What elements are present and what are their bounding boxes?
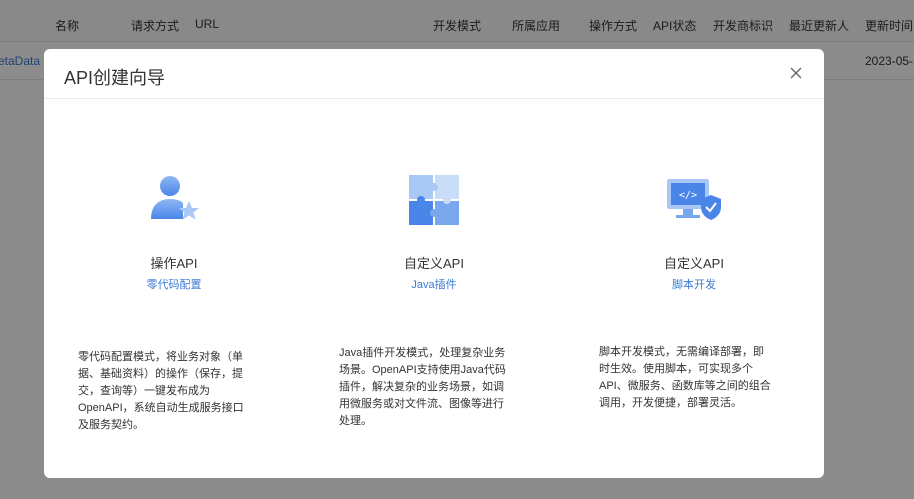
card-subtitle: 脚本开发 (672, 279, 716, 291)
card-script-api[interactable]: </> 自定义API 脚本开发 脚本开发模式，无需编译部署，即 时生效。使用脚本… (594, 99, 794, 459)
user-star-icon (143, 169, 205, 231)
close-icon (790, 67, 802, 79)
card-title: 自定义API (404, 256, 464, 271)
card-java-plugin-api[interactable]: 自定义API Java插件 Java插件开发模式，处理复杂业务 场景。OpenA… (334, 99, 534, 459)
card-title: 操作API (150, 256, 198, 271)
code-monitor-shield-icon: </> (663, 169, 725, 231)
puzzle-icon (403, 169, 465, 231)
card-description: Java插件开发模式，处理复杂业务 场景。OpenAPI支持使用Java代码 插… (339, 347, 506, 427)
dialog-title: API创建向导 (64, 68, 166, 88)
card-title: 自定义API (664, 256, 724, 271)
card-description: 脚本开发模式，无需编译部署，即 时生效。使用脚本，可实现多个 API、微服务、函… (599, 346, 771, 409)
card-description: 零代码配置模式，将业务对象（单 据、基础资料）的操作（保存，提 交，查询等）一键… (78, 351, 244, 431)
svg-text:</>: </> (679, 190, 697, 201)
card-subtitle: 零代码配置 (146, 279, 202, 291)
dialog-header: API创建向导 (44, 49, 824, 99)
api-create-wizard-dialog: API创建向导 操作API 零代码配置 零代码配置模式，将业务对象（单 据、基础… (44, 49, 824, 478)
close-button[interactable] (788, 65, 804, 81)
card-operation-api[interactable]: 操作API 零代码配置 零代码配置模式，将业务对象（单 据、基础资料）的操作（保… (74, 99, 274, 459)
card-subtitle: Java插件 (411, 279, 457, 291)
